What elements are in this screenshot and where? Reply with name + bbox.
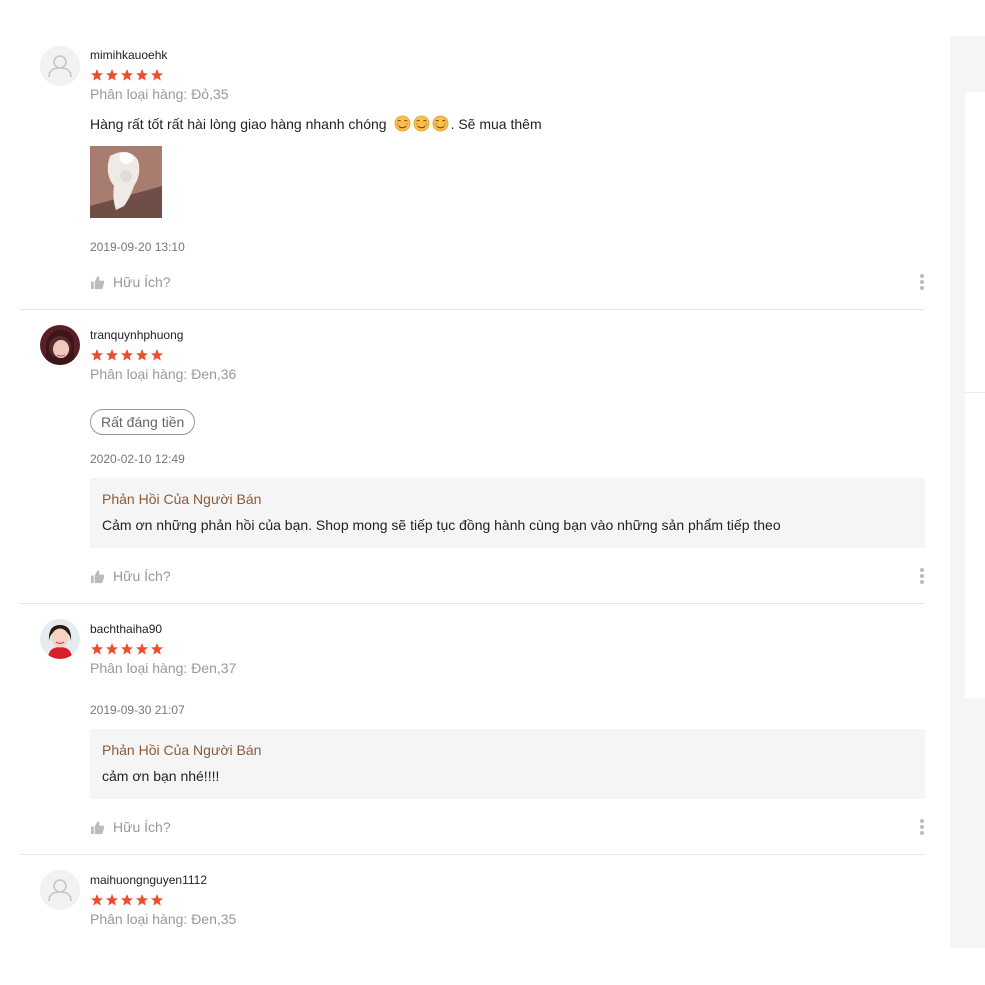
helpful-label: Hữu Ích?	[113, 568, 171, 584]
helpful-button[interactable]: Hữu Ích?	[90, 819, 171, 835]
avatar[interactable]	[40, 619, 80, 659]
star-icon	[151, 349, 163, 361]
default-avatar-icon[interactable]	[40, 46, 80, 86]
reviewer-username[interactable]: tranquynhphuong	[90, 328, 183, 342]
star-rating	[90, 348, 164, 362]
product-variation: Phân loại hàng: Đỏ,35	[90, 86, 229, 102]
review-photo[interactable]	[90, 146, 162, 218]
review-tag: Rất đáng tiền	[90, 409, 196, 435]
product-variation: Phân loại hàng: Đen,35	[90, 911, 237, 927]
star-icon	[136, 69, 148, 81]
review-timestamp: 2019-09-20 13:10	[90, 240, 185, 254]
seller-reply-text: cảm ơn bạn nhé!!!!	[102, 768, 220, 784]
smiling-face-with-hearts-icon	[413, 115, 430, 132]
reviewer-username[interactable]: maihuongnguyen1112	[90, 873, 207, 887]
star-icon	[91, 69, 103, 81]
comment-text: Hàng rất tốt rất hài lòng giao hàng nhan…	[90, 115, 387, 132]
product-variation: Phân loại hàng: Đen,36	[90, 366, 237, 382]
review-comment: Hàng rất tốt rất hài lòng giao hàng nhan…	[90, 115, 542, 132]
star-rating	[90, 893, 164, 907]
more-options-icon[interactable]	[919, 819, 925, 835]
thumbs-up-icon	[90, 820, 105, 834]
helpful-label: Hữu Ích?	[113, 274, 171, 290]
star-icon	[106, 69, 118, 81]
star-icon	[136, 894, 148, 906]
reviewer-username[interactable]: mimihkauoehk	[90, 48, 167, 62]
star-rating	[90, 642, 164, 656]
comment-suffix: . Sẽ mua thêm	[450, 115, 542, 132]
smiling-face-with-hearts-icon	[432, 115, 449, 132]
default-avatar-icon[interactable]	[40, 870, 80, 910]
more-options-icon[interactable]	[919, 274, 925, 290]
star-icon	[136, 643, 148, 655]
seller-reply: Phản Hồi Của Người Bán Cảm ơn những phản…	[90, 478, 925, 548]
avatar[interactable]	[40, 325, 80, 365]
more-options-icon[interactable]	[919, 568, 925, 584]
sidebar-card	[965, 392, 985, 698]
helpful-button[interactable]: Hữu Ích?	[90, 274, 171, 290]
review-item: maihuongnguyen1112 Phân loại hàng: Đen,3…	[20, 855, 925, 955]
helpful-button[interactable]: Hữu Ích?	[90, 568, 171, 584]
review-item: tranquynhphuong Phân loại hàng: Đen,36 R…	[20, 310, 925, 604]
star-icon	[106, 643, 118, 655]
star-icon	[91, 643, 103, 655]
review-item: bachthaiha90 Phân loại hàng: Đen,37 2019…	[20, 604, 925, 855]
seller-reply-text: Cảm ơn những phản hồi của bạn. Shop mong…	[102, 517, 781, 533]
star-icon	[106, 894, 118, 906]
seller-reply: Phản Hồi Của Người Bán cảm ơn bạn nhé!!!…	[90, 729, 925, 799]
star-icon	[121, 894, 133, 906]
star-icon	[151, 69, 163, 81]
seller-reply-title: Phản Hồi Của Người Bán	[102, 491, 262, 507]
reviewer-username[interactable]: bachthaiha90	[90, 622, 162, 636]
review-timestamp: 2020-02-10 12:49	[90, 452, 185, 466]
star-icon	[91, 894, 103, 906]
star-icon	[121, 643, 133, 655]
right-sidebar-panel	[950, 36, 985, 948]
star-icon	[136, 349, 148, 361]
star-icon	[121, 349, 133, 361]
thumbs-up-icon	[90, 275, 105, 289]
thumbs-up-icon	[90, 569, 105, 583]
smiling-face-with-hearts-icon	[394, 115, 411, 132]
star-icon	[121, 69, 133, 81]
star-icon	[106, 349, 118, 361]
seller-reply-title: Phản Hồi Của Người Bán	[102, 742, 262, 758]
star-rating	[90, 68, 164, 82]
star-icon	[91, 349, 103, 361]
product-variation: Phân loại hàng: Đen,37	[90, 660, 237, 676]
star-icon	[151, 643, 163, 655]
sidebar-card	[965, 92, 985, 392]
helpful-label: Hữu Ích?	[113, 819, 171, 835]
review-timestamp: 2019-09-30 21:07	[90, 703, 185, 717]
review-item: mimihkauoehk Phân loại hàng: Đỏ,35 Hàng …	[20, 36, 925, 310]
star-icon	[151, 894, 163, 906]
